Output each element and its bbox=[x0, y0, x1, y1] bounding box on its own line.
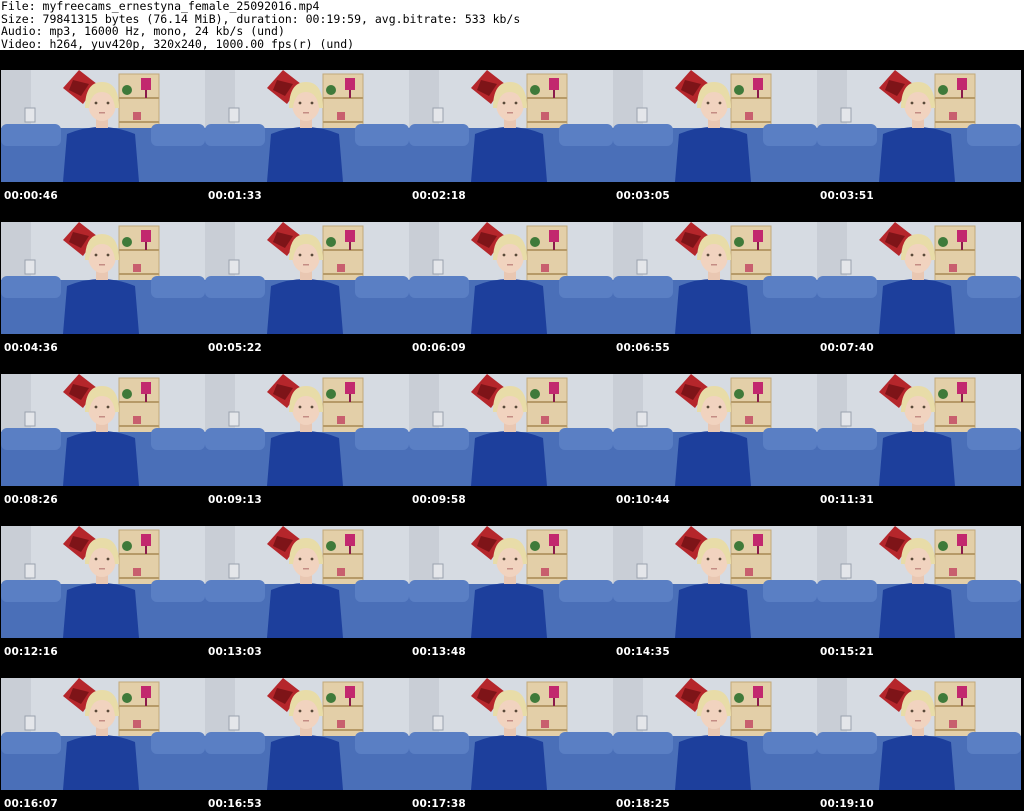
thumbnail-grid: 00:00:46 00:01:33 00:02:18 00:03:05 00:0… bbox=[0, 50, 1024, 811]
thumbnail-cell: 00:10:44 bbox=[613, 354, 817, 506]
thumbnail-cell: 00:13:48 bbox=[409, 506, 613, 658]
video-frame-thumbnail bbox=[817, 374, 1021, 486]
timestamp-label: 00:16:53 bbox=[208, 798, 262, 810]
thumbnail-cell: 00:19:10 bbox=[817, 658, 1021, 810]
video-info-line: Video: h264, yuv420p, 320x240, 1000.00 f… bbox=[1, 36, 355, 51]
video-frame-thumbnail bbox=[613, 526, 817, 638]
video-frame-thumbnail bbox=[1, 678, 205, 790]
video-frame-thumbnail bbox=[205, 222, 409, 334]
thumbnail-cell: 00:12:16 bbox=[1, 506, 205, 658]
timestamp-label: 00:15:21 bbox=[820, 646, 874, 658]
timestamp-label: 00:11:31 bbox=[820, 494, 874, 506]
timestamp-label: 00:00:46 bbox=[4, 190, 58, 202]
video-frame-thumbnail bbox=[1, 526, 205, 638]
video-frame-thumbnail bbox=[205, 374, 409, 486]
thumbnail-cell: 00:11:31 bbox=[817, 354, 1021, 506]
timestamp-label: 00:07:40 bbox=[820, 342, 874, 354]
thumbnail-cell: 00:13:03 bbox=[205, 506, 409, 658]
video-frame-thumbnail bbox=[817, 678, 1021, 790]
thumbnail-cell: 00:05:22 bbox=[205, 202, 409, 354]
thumbnail-cell: 00:16:07 bbox=[1, 658, 205, 810]
thumbnail-cell: 00:01:33 bbox=[205, 50, 409, 202]
timestamp-label: 00:01:33 bbox=[208, 190, 262, 202]
timestamp-label: 00:08:26 bbox=[4, 494, 58, 506]
timestamp-label: 00:13:03 bbox=[208, 646, 262, 658]
thumbnail-cell: 00:07:40 bbox=[817, 202, 1021, 354]
video-frame-thumbnail bbox=[613, 374, 817, 486]
timestamp-label: 00:06:55 bbox=[616, 342, 670, 354]
timestamp-label: 00:14:35 bbox=[616, 646, 670, 658]
video-frame-thumbnail bbox=[1, 70, 205, 182]
thumbnail-cell: 00:00:46 bbox=[1, 50, 205, 202]
timestamp-label: 00:05:22 bbox=[208, 342, 262, 354]
file-info-header: File: myfreecams_ernestyna_female_250920… bbox=[0, 0, 1024, 50]
video-frame-thumbnail bbox=[817, 70, 1021, 182]
video-frame-thumbnail bbox=[205, 678, 409, 790]
thumbnail-cell: 00:08:26 bbox=[1, 354, 205, 506]
video-frame-thumbnail bbox=[613, 70, 817, 182]
thumbnail-cell: 00:06:55 bbox=[613, 202, 817, 354]
file-name-line: File: myfreecams_ernestyna_female_250920… bbox=[1, 0, 320, 13]
video-frame-thumbnail bbox=[205, 526, 409, 638]
video-frame-thumbnail bbox=[1, 222, 205, 334]
thumbnail-cell: 00:02:18 bbox=[409, 50, 613, 202]
thumbnail-cell: 00:09:58 bbox=[409, 354, 613, 506]
thumbnail-cell: 00:09:13 bbox=[205, 354, 409, 506]
timestamp-label: 00:16:07 bbox=[4, 798, 58, 810]
timestamp-label: 00:06:09 bbox=[412, 342, 466, 354]
timestamp-label: 00:10:44 bbox=[616, 494, 670, 506]
video-frame-thumbnail bbox=[205, 70, 409, 182]
video-frame-thumbnail bbox=[817, 222, 1021, 334]
timestamp-label: 00:03:51 bbox=[820, 190, 874, 202]
thumbnail-cell: 00:03:05 bbox=[613, 50, 817, 202]
thumbnail-cell: 00:18:25 bbox=[613, 658, 817, 810]
timestamp-label: 00:18:25 bbox=[616, 798, 670, 810]
thumbnail-cell: 00:06:09 bbox=[409, 202, 613, 354]
thumbnail-cell: 00:04:36 bbox=[1, 202, 205, 354]
video-frame-thumbnail bbox=[613, 678, 817, 790]
timestamp-label: 00:03:05 bbox=[616, 190, 670, 202]
video-frame-thumbnail bbox=[409, 70, 613, 182]
thumbnail-cell: 00:17:38 bbox=[409, 658, 613, 810]
video-frame-thumbnail bbox=[1, 374, 205, 486]
video-frame-thumbnail bbox=[817, 526, 1021, 638]
thumbnail-cell: 00:16:53 bbox=[205, 658, 409, 810]
timestamp-label: 00:02:18 bbox=[412, 190, 466, 202]
video-frame-thumbnail bbox=[409, 222, 613, 334]
video-frame-thumbnail bbox=[409, 374, 613, 486]
timestamp-label: 00:12:16 bbox=[4, 646, 58, 658]
timestamp-label: 00:17:38 bbox=[412, 798, 466, 810]
thumbnail-cell: 00:03:51 bbox=[817, 50, 1021, 202]
timestamp-label: 00:13:48 bbox=[412, 646, 466, 658]
timestamp-label: 00:04:36 bbox=[4, 342, 58, 354]
timestamp-label: 00:19:10 bbox=[820, 798, 874, 810]
timestamp-label: 00:09:13 bbox=[208, 494, 262, 506]
thumbnail-cell: 00:15:21 bbox=[817, 506, 1021, 658]
video-frame-thumbnail bbox=[409, 526, 613, 638]
timestamp-label: 00:09:58 bbox=[412, 494, 466, 506]
audio-info-line: Audio: mp3, 16000 Hz, mono, 24 kb/s (und… bbox=[1, 24, 285, 38]
video-frame-thumbnail bbox=[613, 222, 817, 334]
thumbnail-cell: 00:14:35 bbox=[613, 506, 817, 658]
video-frame-thumbnail bbox=[409, 678, 613, 790]
